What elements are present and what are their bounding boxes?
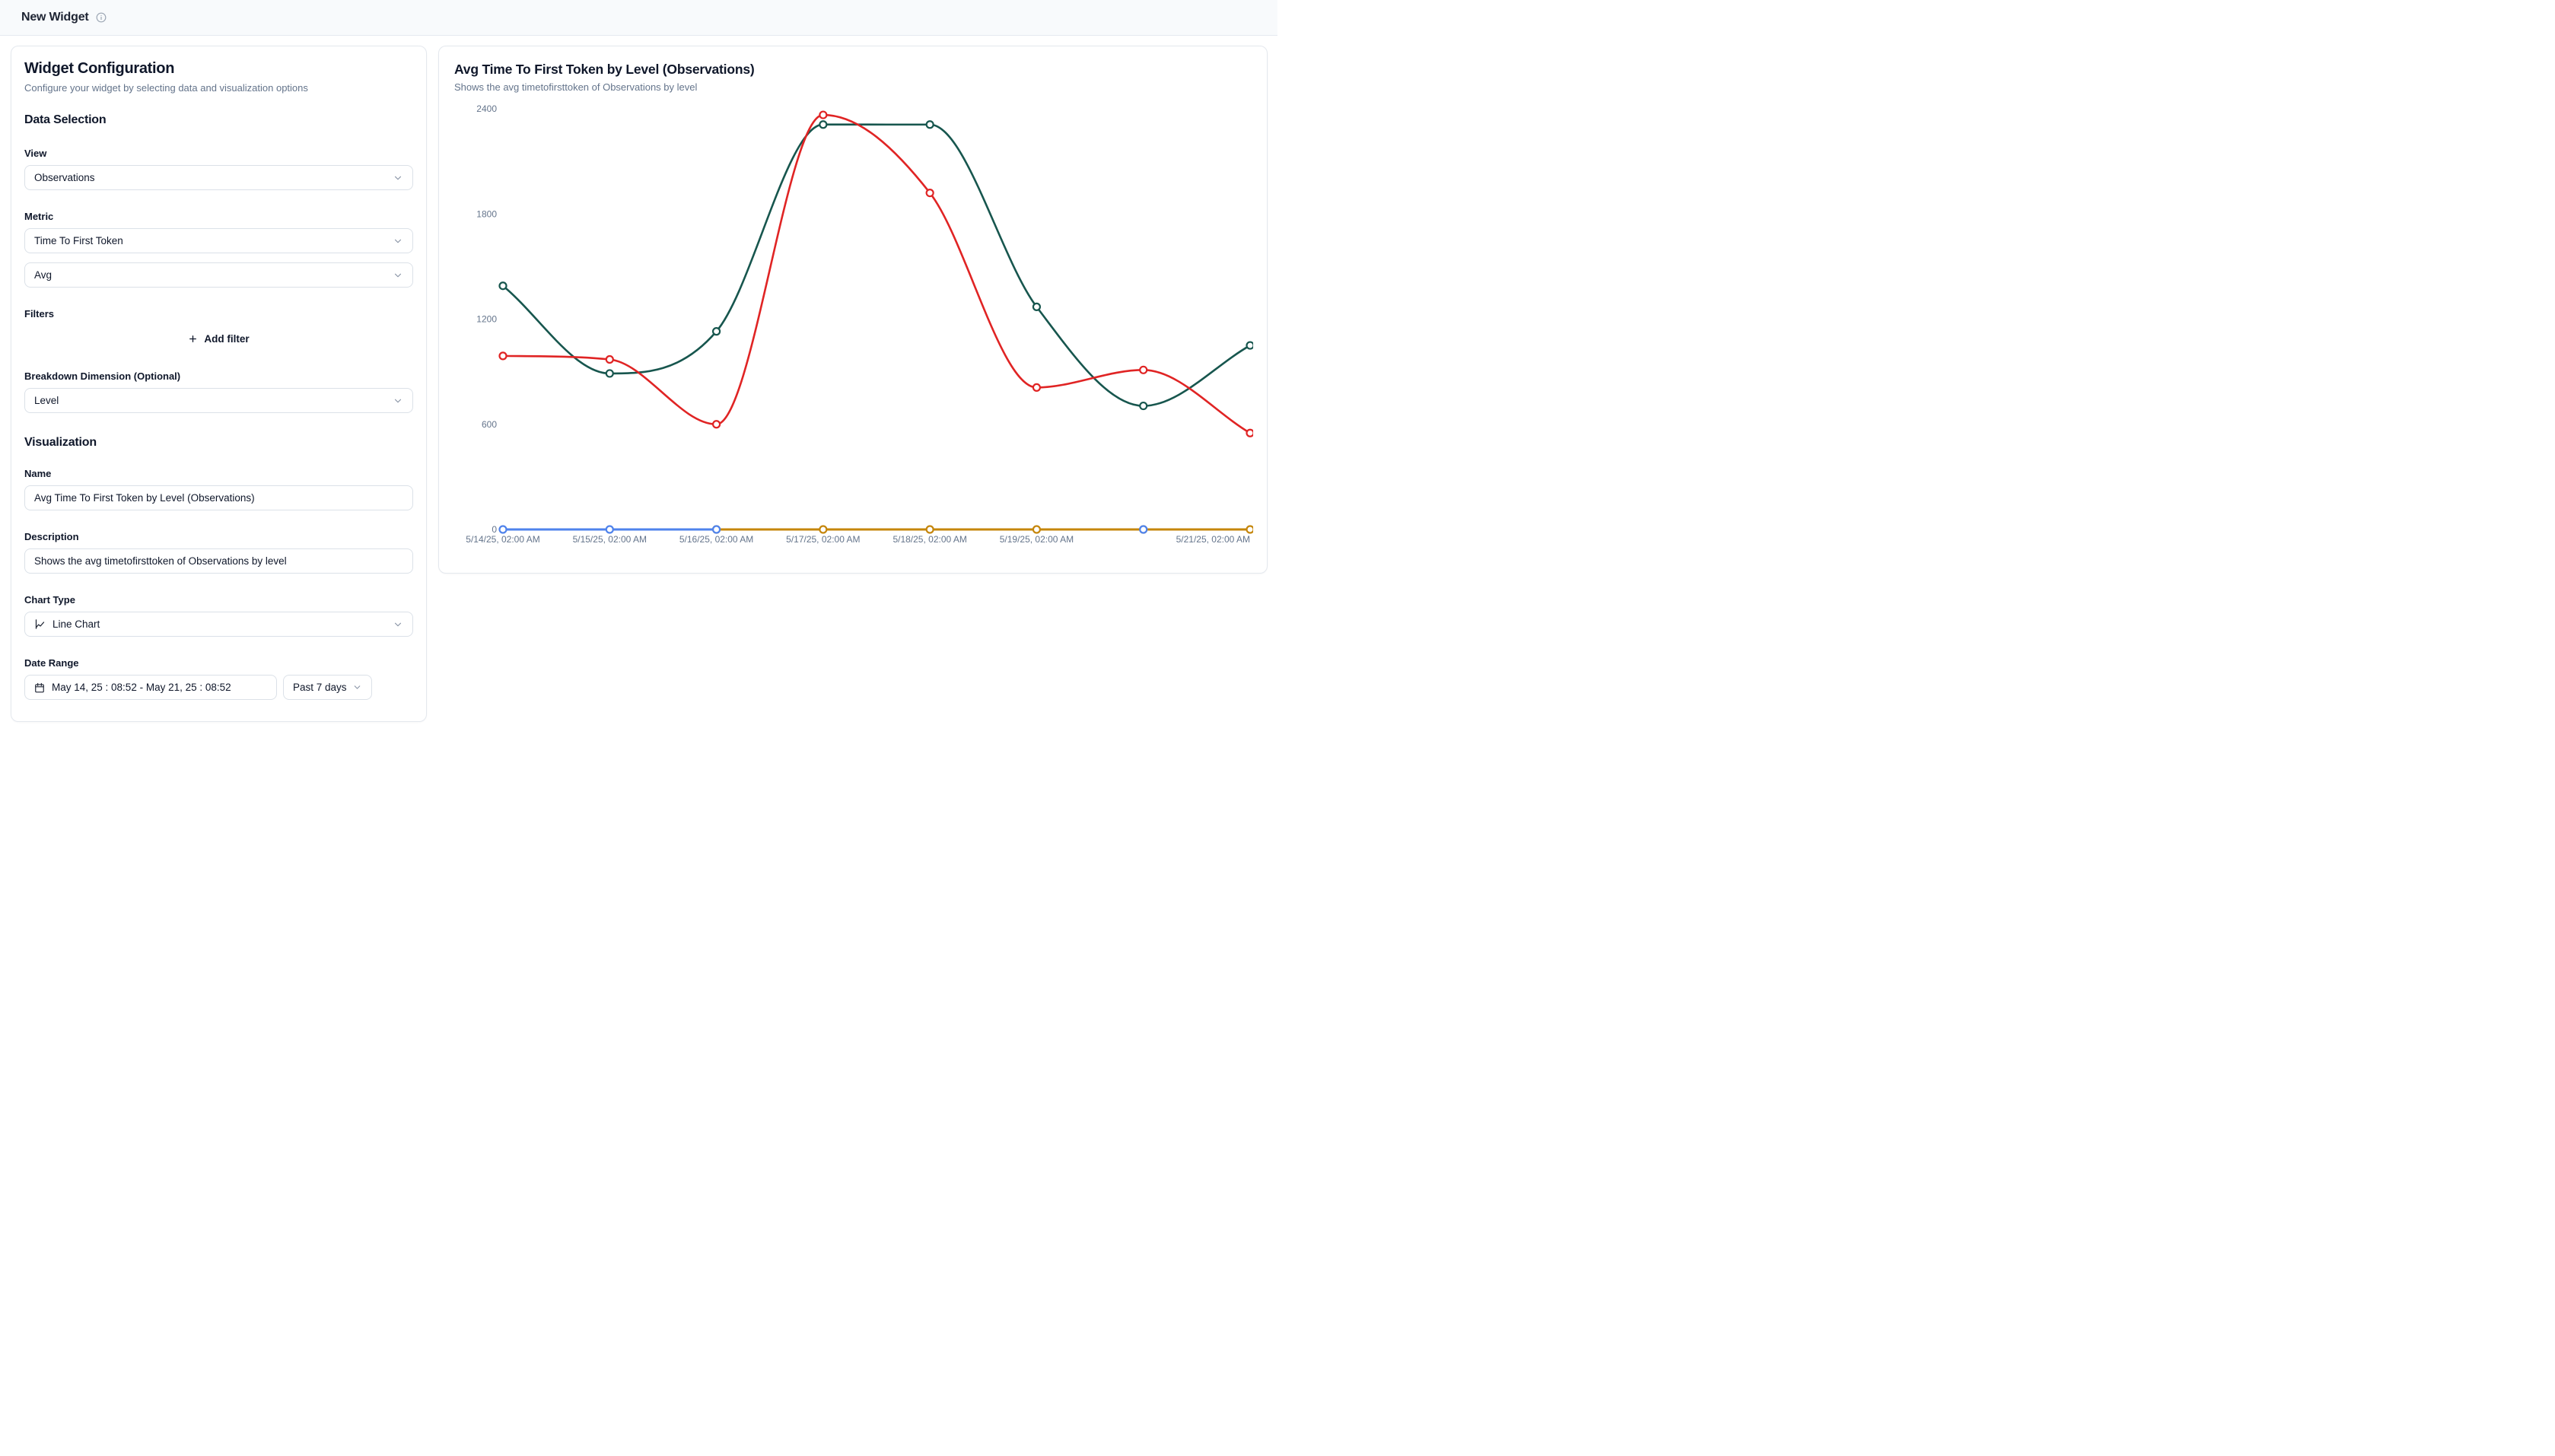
x-axis-tick: 5/16/25, 02:00 AM [679,534,753,545]
chart-type-label: Chart Type [24,594,413,606]
add-filter-button[interactable]: Add filter [24,327,413,350]
aggregation-select[interactable]: Avg [24,262,413,288]
y-axis-tick: 1200 [476,314,497,325]
breakdown-select-value: Level [34,395,393,406]
x-axis-tick: 5/14/25, 02:00 AM [466,534,539,545]
line-chart-svg: 0 600 1200 1800 2400 5/14/25, 02:00 AM 5/15/25… [454,99,1253,558]
date-preset-value: Past 7 days [293,682,347,693]
add-filter-label: Add filter [204,333,249,345]
view-label: View [24,148,413,159]
x-axis-tick: 5/21/25, 02:00 AM [1176,534,1250,545]
name-label: Name [24,468,413,479]
series-orange-marker [927,526,934,533]
series-teal-marker [1140,402,1147,409]
view-select[interactable]: Observations [24,165,413,190]
filters-label: Filters [24,308,413,319]
chart-title: Avg Time To First Token by Level (Observ… [454,62,1252,78]
y-axis-tick: 2400 [476,103,497,114]
series-teal-marker [713,328,720,335]
series-teal-line [503,125,1250,406]
calendar-icon [34,682,45,693]
chevron-down-icon [393,619,403,630]
x-axis-tick: 5/15/25, 02:00 AM [573,534,647,545]
plus-icon [188,334,198,344]
series-blue-marker [1140,526,1147,533]
line-chart-icon [34,618,46,630]
series-orange-marker [1247,526,1254,533]
series-teal-marker [1247,342,1254,349]
series-blue-marker [500,526,507,533]
name-input-value: Avg Time To First Token by Level (Observ… [34,492,255,504]
date-range-button[interactable]: May 14, 25 : 08:52 - May 21, 25 : 08:52 [24,675,277,700]
config-subtitle: Configure your widget by selecting data … [24,82,413,94]
metric-label: Metric [24,211,413,222]
series-teal-marker [606,370,613,377]
series-teal-marker [1033,304,1040,310]
description-input[interactable]: Shows the avg timetofirsttoken of Observ… [24,548,413,574]
series-red-line [503,115,1250,433]
series-red-marker [1033,384,1040,391]
breakdown-label: Breakdown Dimension (Optional) [24,370,413,382]
data-selection-heading: Data Selection [24,113,413,127]
series-red-marker [606,356,613,363]
breakdown-select[interactable]: Level [24,388,413,413]
line-chart: 0 600 1200 1800 2400 5/14/25, 02:00 AM 5/15/25… [454,99,1252,562]
description-input-value: Shows the avg timetofirsttoken of Observ… [34,555,287,567]
date-preset-select[interactable]: Past 7 days [283,675,372,700]
series-red-marker [927,189,934,196]
series-orange-marker [819,526,826,533]
description-label: Description [24,531,413,542]
series-red-marker [500,352,507,359]
series-orange-marker [1033,526,1040,533]
y-axis-tick: 600 [482,419,497,430]
x-axis-tick: 5/17/25, 02:00 AM [786,534,860,545]
y-axis-tick: 1800 [476,208,497,219]
widget-configuration-panel: Widget Configuration Configure your widg… [11,46,427,722]
name-input[interactable]: Avg Time To First Token by Level (Observ… [24,485,413,510]
page-title: New Widget [21,11,89,24]
aggregation-select-value: Avg [34,269,393,281]
chevron-down-icon [393,173,403,183]
x-axis-tick: 5/19/25, 02:00 AM [1000,534,1074,545]
series-teal-marker [819,121,826,128]
view-select-value: Observations [34,172,393,183]
date-range-value: May 14, 25 : 08:52 - May 21, 25 : 08:52 [52,682,231,693]
series-red-marker [1140,367,1147,374]
visualization-heading: Visualization [24,436,413,450]
series-blue-marker [713,526,720,533]
x-axis-tick: 5/18/25, 02:00 AM [892,534,966,545]
chevron-down-icon [393,396,403,406]
chevron-down-icon [393,270,403,281]
series-blue-marker [606,526,613,533]
metric-select-value: Time To First Token [34,235,393,246]
series-red-marker [1247,430,1254,437]
page-header: New Widget [0,0,1278,36]
series-red-marker [819,112,826,119]
chart-subtitle: Shows the avg timetofirsttoken of Observ… [454,81,1252,93]
chart-type-select[interactable]: Line Chart [24,612,413,637]
series-teal-marker [927,121,934,128]
metric-select[interactable]: Time To First Token [24,228,413,253]
y-axis-tick: 0 [492,524,497,535]
date-range-label: Date Range [24,657,413,669]
config-title: Widget Configuration [24,60,413,78]
chevron-down-icon [352,682,362,692]
chart-type-select-value: Line Chart [52,618,393,630]
info-icon[interactable] [96,12,107,23]
series-teal-marker [500,282,507,289]
chevron-down-icon [393,236,403,246]
series-red-marker [713,421,720,428]
widget-preview-panel: Avg Time To First Token by Level (Observ… [438,46,1268,574]
